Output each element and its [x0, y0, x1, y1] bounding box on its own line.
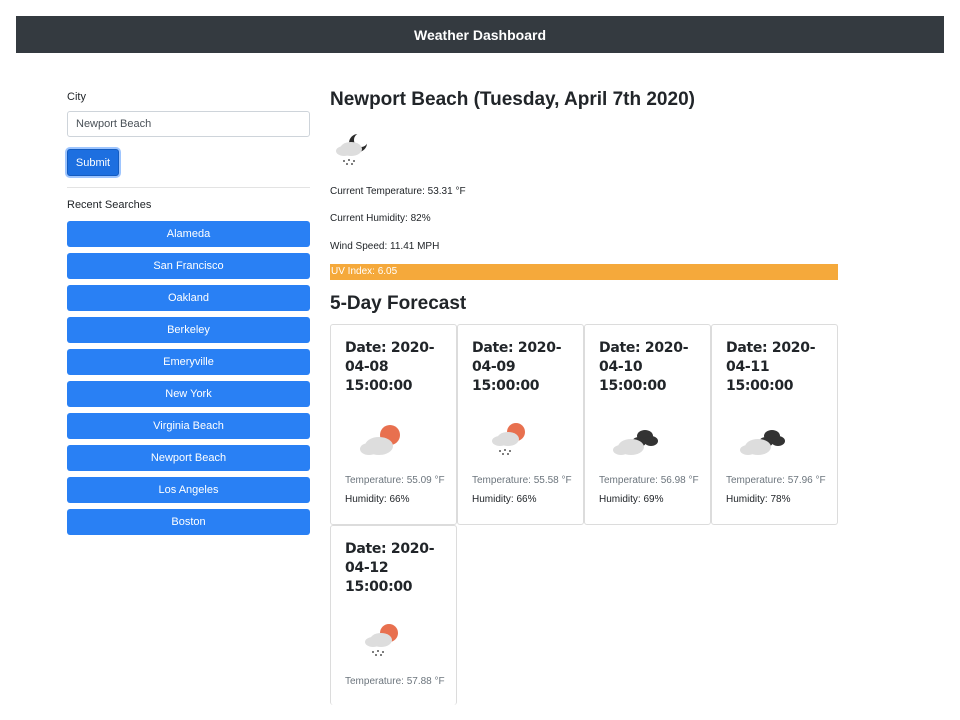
navbar: Weather Dashboard — [16, 16, 944, 53]
forecast-temperature: Temperature: 57.96 °F — [726, 475, 826, 486]
rain-cloud-sun-icon — [492, 423, 525, 455]
forecast-card: Date: 2020-04-11 15:00:00 Temperature: 5… — [711, 324, 838, 525]
forecast-title: 5-Day Forecast — [330, 293, 467, 314]
current-weather: Newport Beach (Tuesday, April 7th 2020) … — [330, 86, 840, 317]
forecast-date: Date: 2020-04-11 15:00:00 — [726, 340, 816, 394]
forecast-temperature: Temperature: 55.58 °F — [472, 475, 572, 486]
forecast-card: Date: 2020-04-10 15:00:00 Temperature: 5… — [584, 324, 711, 525]
uv-index-badge: UV Index: 6.05 — [330, 264, 838, 280]
forecast-humidity: Humidity: 66% — [472, 494, 537, 505]
divider — [67, 187, 310, 188]
broken-clouds-icon — [613, 430, 658, 455]
search-sidebar: City Submit Recent Searches Alameda San … — [67, 88, 311, 541]
forecast-humidity: Humidity: 69% — [599, 494, 664, 505]
recent-search-button[interactable]: New York — [67, 381, 310, 407]
forecast-humidity: Humidity: 66% — [345, 494, 410, 505]
recent-search-button[interactable]: Los Angeles — [67, 477, 310, 503]
recent-search-button[interactable]: Berkeley — [67, 317, 310, 343]
city-input[interactable] — [67, 111, 310, 137]
recent-search-button[interactable]: Newport Beach — [67, 445, 310, 471]
city-label: City — [67, 91, 86, 103]
recent-searches-list: Alameda San Francisco Oakland Berkeley E… — [67, 221, 311, 535]
forecast-card: Date: 2020-04-09 15:00:00 Temperature: 5… — [457, 324, 584, 525]
forecast-date: Date: 2020-04-12 15:00:00 — [345, 541, 435, 595]
city-title: Newport Beach (Tuesday, April 7th 2020) — [330, 89, 695, 110]
forecast-date: Date: 2020-04-09 15:00:00 — [472, 340, 562, 394]
recent-searches-title: Recent Searches — [67, 199, 152, 211]
rain-cloud-night-icon — [336, 133, 368, 165]
forecast-card: Date: 2020-04-08 15:00:00 Temperature: 5… — [330, 324, 457, 525]
current-temperature: Current Temperature: 53.31 °F — [330, 186, 466, 197]
forecast-date: Date: 2020-04-08 15:00:00 — [345, 340, 435, 394]
recent-search-button[interactable]: Virginia Beach — [67, 413, 310, 439]
forecast-temperature: Temperature: 57.88 °F — [345, 676, 445, 687]
forecast-temperature: Temperature: 55.09 °F — [345, 475, 445, 486]
wind-speed: Wind Speed: 11.41 MPH — [330, 241, 440, 252]
recent-search-button[interactable]: San Francisco — [67, 253, 310, 279]
recent-search-button[interactable]: Alameda — [67, 221, 310, 247]
app-title: Weather Dashboard — [414, 26, 546, 43]
rain-cloud-sun-icon — [365, 624, 398, 656]
broken-clouds-icon — [740, 430, 785, 455]
forecast-humidity: Humidity: 78% — [726, 494, 791, 505]
current-humidity: Current Humidity: 82% — [330, 213, 431, 224]
forecast-date: Date: 2020-04-10 15:00:00 — [599, 340, 689, 394]
forecast-temperature: Temperature: 56.98 °F — [599, 475, 699, 486]
partly-cloudy-icon — [360, 425, 400, 455]
submit-button[interactable]: Submit — [67, 149, 119, 176]
recent-search-button[interactable]: Boston — [67, 509, 310, 535]
recent-search-button[interactable]: Emeryville — [67, 349, 310, 375]
recent-search-button[interactable]: Oakland — [67, 285, 310, 311]
forecast-card: Date: 2020-04-12 15:00:00 Temperature: 5… — [330, 525, 457, 705]
